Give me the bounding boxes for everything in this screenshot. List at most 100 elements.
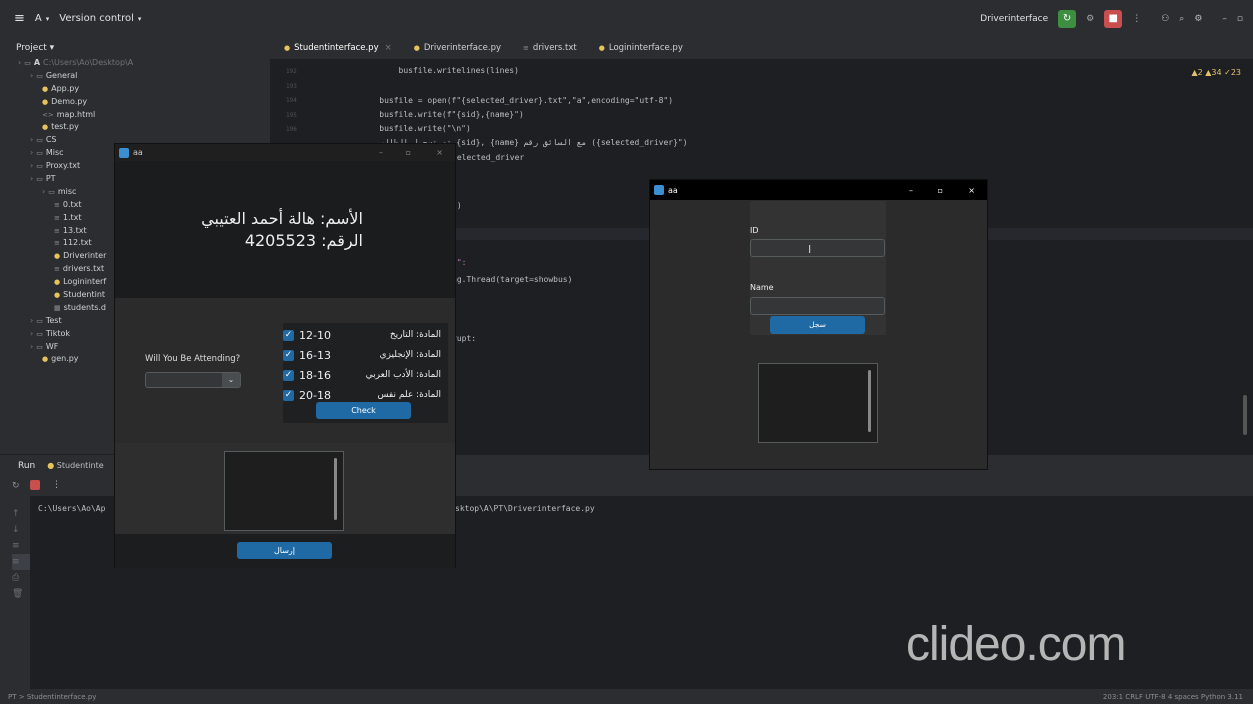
chevron-icon[interactable]: › [30,316,33,325]
gear-icon[interactable]: ⚙ [1194,14,1202,24]
driver-textbox[interactable] [758,363,878,443]
python-file-icon: ● [47,461,55,470]
name-input[interactable] [750,297,885,315]
driver-window-titlebar[interactable]: aa – ▫ × [650,180,987,200]
chevron-icon[interactable]: › [18,58,21,67]
more-icon[interactable]: ⋮ [1132,14,1141,24]
run-label[interactable]: Run [18,461,35,471]
line-number: 192 [286,68,297,75]
python-file-icon: ● [413,44,420,52]
restore-icon[interactable]: ▫ [1237,14,1243,24]
status-info[interactable]: 203:1 CRLF UTF-8 4 spaces Python 3.11 [1103,693,1243,701]
close-icon[interactable]: × [436,148,443,157]
student-window-titlebar[interactable]: aa – ▫ × [115,144,455,161]
folder-icon: ▭ [48,187,55,196]
attending-select[interactable]: ⌄ [145,372,241,388]
python-file-icon: ● [598,44,605,52]
close-icon[interactable]: × [968,186,975,195]
python-file-icon: ● [42,97,49,106]
soft-wrap-icon[interactable]: ≡ [12,538,30,554]
scroll-to-end-icon[interactable]: ≡ [12,554,30,570]
editor-tab[interactable]: ● Driverinterface.py [414,43,501,53]
down-arrow-icon[interactable]: ↓ [12,522,30,538]
subject-checkbox[interactable]: ✓ [283,349,294,361]
vertical-scrollbar[interactable] [1243,395,1247,435]
tree-item[interactable]: <> map.html [0,109,270,122]
console-output-suffix: sktop\A\PT\Driverinterface.py [455,504,595,513]
trash-icon[interactable]: 🗑 [12,586,30,602]
stop-icon[interactable] [30,480,40,490]
result-textbox[interactable] [224,451,344,531]
line-number: 196 [286,126,297,133]
chevron-icon[interactable]: › [30,329,33,338]
folder-icon: ▭ [24,59,31,67]
subject-checkbox[interactable]: ✓ [283,369,294,381]
more-icon[interactable]: ⋮ [52,480,61,490]
editor-tab[interactable]: ≡ drivers.txt [523,43,577,53]
dropdown-arrow-icon[interactable]: ⌄ [222,373,240,387]
project-panel-header[interactable]: Project ▾ [0,37,270,57]
stop-button[interactable]: ■ [1104,9,1123,28]
debug-icon[interactable]: ⚙ [1086,14,1094,24]
chevron-icon[interactable]: › [30,161,33,170]
subject-checkbox[interactable]: ✓ [283,389,294,401]
tree-item-label: students.d [63,302,106,312]
chevron-icon[interactable]: › [30,71,33,80]
rerun-icon[interactable]: ↻ [12,481,20,491]
breadcrumb[interactable]: PT > Studentinterface.py [8,693,96,701]
editor-tab-label: drivers.txt [532,43,577,53]
app-icon [654,185,664,195]
minimize-icon[interactable]: – [909,186,913,195]
editor-tab-label: Logininterface.py [608,43,683,53]
folder-icon: ▭ [36,175,43,184]
up-arrow-icon[interactable]: ↑ [12,506,30,522]
python-file-icon: ● [42,355,49,364]
folder-icon: ▭ [36,329,43,338]
tree-item-label: Proxy.txt [45,161,81,171]
editor-tab[interactable]: ● Logininterface.py [599,43,683,53]
maximize-icon[interactable]: ▫ [406,148,411,157]
version-control-menu[interactable]: Version control [59,13,134,24]
folder-icon: ▭ [36,162,43,171]
subject-row: ✓ 18-16 المادة: الأدب العربي [283,366,448,384]
search-icon[interactable]: ⌕ [1179,14,1184,24]
main-menu-icon[interactable]: ≡ [14,11,25,26]
close-icon[interactable]: × [385,43,392,53]
subject-checkbox[interactable]: ✓ [283,329,294,341]
chevron-icon[interactable]: › [30,342,33,351]
maximize-icon[interactable]: ▫ [938,186,943,195]
rerun-button[interactable]: ↻ [1058,9,1077,28]
chevron-down-icon: ▾ [45,14,50,23]
send-button[interactable]: إرسال [237,542,332,559]
tree-item-label: Tiktok [45,328,70,338]
id-input[interactable] [750,239,885,257]
tree-item[interactable]: ● App.py [0,83,270,96]
inspection-widget[interactable]: ▲2 ▲34 ✓23 [1191,68,1241,77]
tree-item[interactable]: ● test.py [0,121,270,134]
attending-label: Will You Be Attending? [145,354,241,364]
tree-item[interactable]: › ▭ General [0,70,270,83]
project-switcher[interactable]: A [35,13,42,24]
textbox-scrollbar[interactable] [868,370,871,432]
print-icon[interactable]: ⎙ [12,570,30,586]
chevron-icon[interactable]: › [30,135,33,144]
editor-tab[interactable]: ● Studentinterface.py × [284,43,392,53]
run-config-selector[interactable]: Driverinterface [980,14,1048,24]
register-button[interactable]: سجل [770,316,865,334]
tree-item[interactable]: ● Demo.py [0,96,270,109]
subject-name: المادة: الأدب العربي [365,370,441,380]
folder-icon: ▭ [36,342,43,351]
check-button[interactable]: Check [316,402,411,419]
attendance-panel: Will You Be Attending? ⌄ ✓ 12-10 المادة: ا… [115,298,455,443]
textbox-scrollbar[interactable] [334,458,337,520]
add-user-icon[interactable]: ⚇ [1161,14,1169,24]
run-tab[interactable]: ● Studentinte [47,461,103,470]
chevron-icon[interactable]: › [30,148,33,157]
minimize-icon[interactable]: – [379,148,383,157]
minimize-icon[interactable]: – [1222,14,1227,24]
chevron-icon[interactable]: › [42,187,45,196]
send-bar: إرسال [115,534,455,568]
tree-item[interactable]: › ▭ A C:\Users\Ao\Desktop\A [0,57,270,70]
chevron-icon[interactable]: › [30,174,33,183]
window-title: aa [133,148,143,157]
